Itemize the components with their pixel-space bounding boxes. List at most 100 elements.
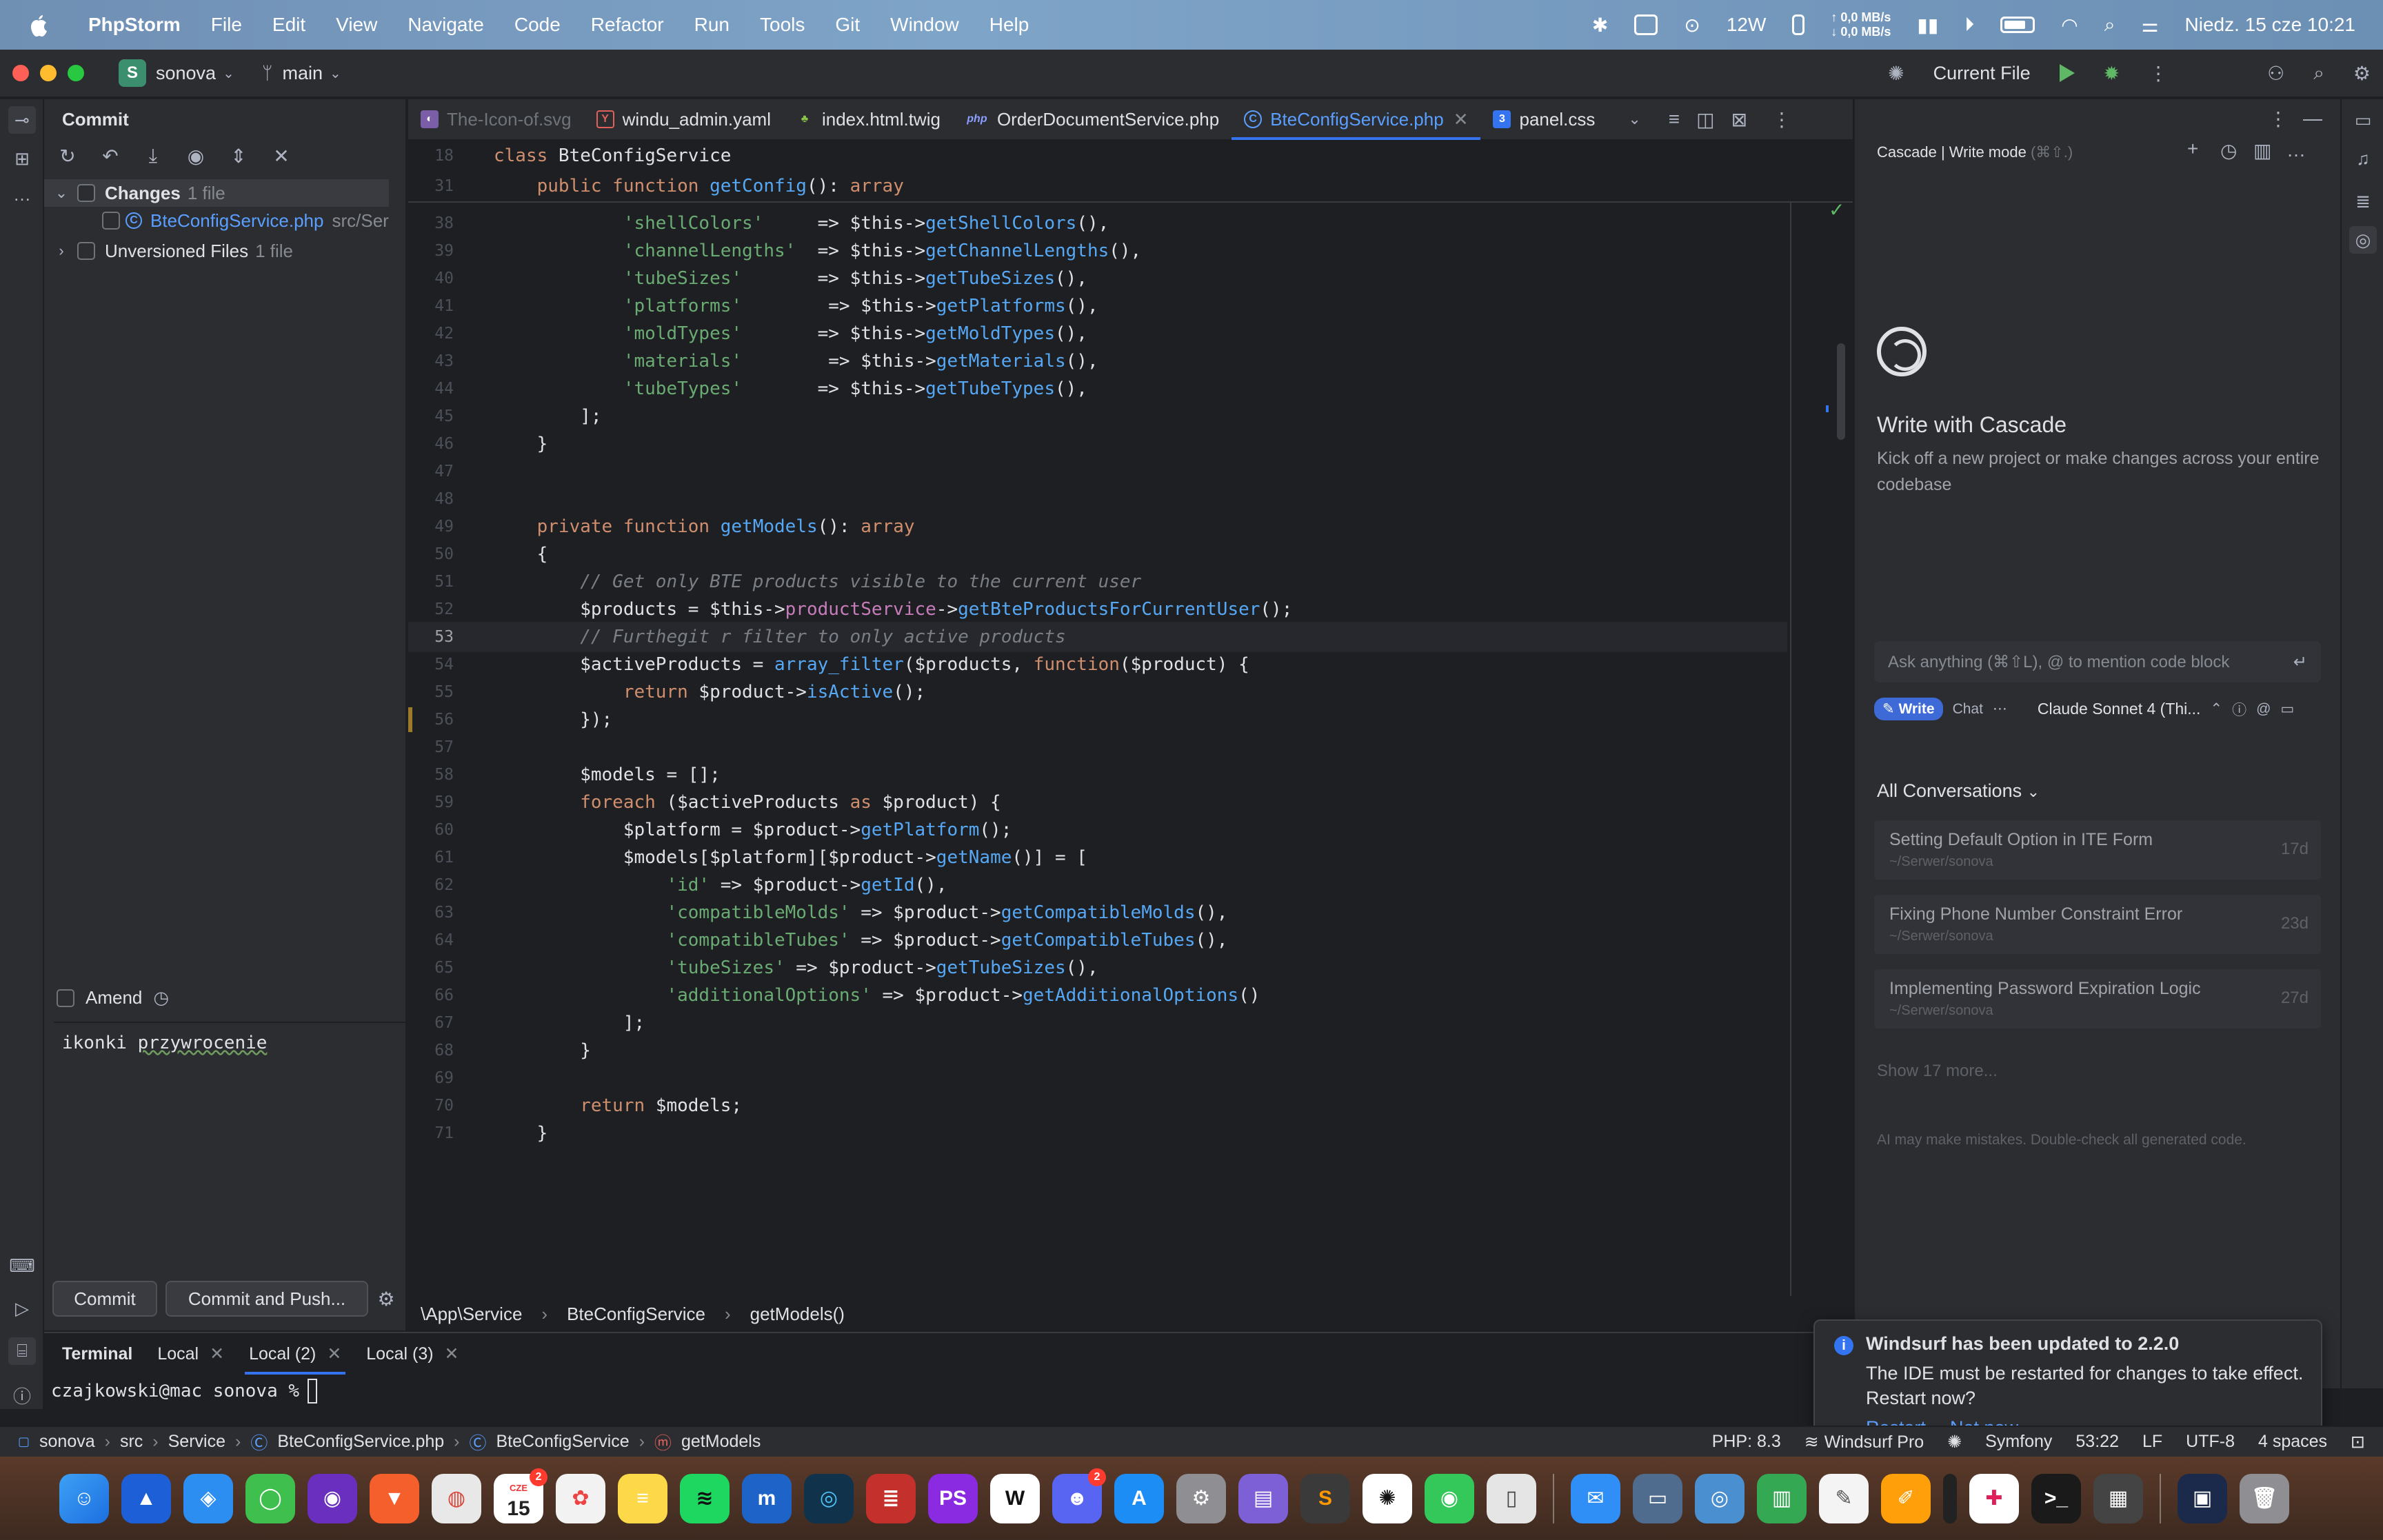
- search-icon[interactable]: ⌕: [2104, 14, 2115, 37]
- search-everywhere-icon[interactable]: ⌕: [2313, 62, 2324, 85]
- conversation-item[interactable]: Implementing Password Expiration Logic ~/…: [1874, 969, 2321, 1029]
- code-line[interactable]: 51 // Get only BTE products visible to t…: [408, 567, 1787, 597]
- code-line[interactable]: 56 });: [408, 705, 1787, 735]
- close-tab-icon[interactable]: ✕: [445, 1344, 459, 1364]
- menu-navigate[interactable]: Navigate: [408, 14, 484, 36]
- debug-icon[interactable]: ✹: [2104, 62, 2120, 85]
- code-line[interactable]: 52 $products = $this-> productService -> ge…: [408, 594, 1787, 625]
- crumb-method[interactable]: getModels: [681, 1432, 761, 1452]
- more-modes-icon[interactable]: ⋯: [1993, 700, 2007, 718]
- symfony-icon[interactable]: ✺: [1947, 1432, 1962, 1452]
- code-line[interactable]: 70 return $models;: [408, 1091, 1787, 1121]
- code-line[interactable]: 41 'platforms' => $this-> getPlatforms (),: [408, 291, 1787, 321]
- mention-at-icon[interactable]: @: [2256, 701, 2271, 718]
- run-icon[interactable]: [2059, 64, 2075, 82]
- terminal-tab-local-2[interactable]: Local (2) ✕: [245, 1333, 346, 1375]
- menu-tools[interactable]: Tools: [760, 14, 805, 36]
- mail-icon[interactable]: ✉: [1571, 1473, 1620, 1523]
- collapse-all-icon[interactable]: ✕: [269, 143, 294, 168]
- rollback-icon[interactable]: ↶: [98, 143, 123, 168]
- close-tab-icon[interactable]: ✕: [327, 1344, 341, 1364]
- finder-icon[interactable]: ☺: [59, 1473, 109, 1523]
- lock-icon[interactable]: ⊙: [1684, 14, 1700, 37]
- commit-message-input[interactable]: ikonki przywrocenie: [54, 1022, 405, 1311]
- line-number[interactable]: 61: [408, 849, 454, 867]
- chatgpt-icon[interactable]: ✺: [1363, 1473, 1412, 1523]
- line-number[interactable]: 42: [408, 325, 454, 343]
- line-number[interactable]: 71: [408, 1124, 454, 1142]
- more-vertical-icon[interactable]: ⋮: [2149, 62, 2168, 85]
- close-tab-icon[interactable]: ✕: [210, 1344, 224, 1364]
- line-number[interactable]: 48: [408, 490, 454, 508]
- more-horizontal-icon[interactable]: …: [2286, 139, 2306, 161]
- code-line[interactable]: 31 public function getConfig (): array: [408, 171, 1787, 201]
- notes-icon[interactable]: ≡: [618, 1473, 667, 1523]
- mastodon-icon[interactable]: m: [742, 1473, 792, 1523]
- commit-button[interactable]: Commit: [52, 1281, 157, 1317]
- commit-tool-icon[interactable]: ⊸: [8, 106, 36, 134]
- chevron-down-icon[interactable]: ⌄: [330, 65, 341, 82]
- zoom-window-button[interactable]: [68, 65, 84, 81]
- model-selector[interactable]: Claude Sonnet 4 (Thi...: [2038, 700, 2201, 718]
- expand-all-icon[interactable]: ⇕: [226, 143, 251, 168]
- split-editor-icon[interactable]: ◫: [1696, 108, 1714, 131]
- book-icon[interactable]: ▥: [2253, 139, 2271, 162]
- line-number[interactable]: 43: [408, 352, 454, 370]
- file-checkbox[interactable]: [102, 212, 120, 230]
- database-icon[interactable]: ≣: [2349, 188, 2377, 215]
- terminal-tab-local[interactable]: Local ✕: [157, 1333, 224, 1375]
- indent-setting[interactable]: 4 spaces: [2258, 1432, 2327, 1452]
- code-line[interactable]: 57: [408, 732, 1787, 762]
- pages-icon[interactable]: ✐: [1881, 1473, 1931, 1523]
- phone-icon[interactable]: [1792, 14, 1805, 35]
- brave-icon[interactable]: ▼: [370, 1473, 419, 1523]
- debug-bug-icon[interactable]: ✺: [1888, 62, 1904, 85]
- terminal-tool-icon[interactable]: ⌨: [8, 1252, 36, 1279]
- small-app-icon[interactable]: [1943, 1473, 1957, 1523]
- line-number[interactable]: 70: [408, 1097, 454, 1115]
- code-line[interactable]: 42 'moldTypes' => $this-> getMoldTypes (),: [408, 318, 1787, 349]
- add-user-icon[interactable]: ⚇: [2267, 62, 2284, 85]
- code-line[interactable]: 59 foreach ($activeProducts as $product)…: [408, 787, 1787, 818]
- chevron-up-icon[interactable]: ⌃: [2210, 700, 2222, 718]
- trash-icon[interactable]: 🗑: [2240, 1473, 2289, 1523]
- tab-bte-config-service[interactable]: C BteConfigService.php ✕: [1231, 99, 1481, 140]
- app-store-icon[interactable]: A: [1114, 1473, 1164, 1523]
- line-number[interactable]: 69: [408, 1069, 454, 1087]
- structure-tool-icon[interactable]: ⊞: [8, 145, 36, 172]
- code-line[interactable]: 64 'compatibleTubes' => $product-> getCom…: [408, 925, 1787, 955]
- more-vertical-icon[interactable]: ⋮: [2269, 108, 2288, 130]
- code-line[interactable]: 53 // Furthegit r filter to only active …: [408, 622, 1787, 652]
- chat-mode-button[interactable]: Chat: [1953, 701, 1983, 718]
- launchpad-icon[interactable]: ▲: [121, 1473, 171, 1523]
- line-number[interactable]: 66: [408, 986, 454, 1004]
- battery-icon[interactable]: [2000, 17, 2035, 33]
- line-number[interactable]: 68: [408, 1042, 454, 1060]
- menu-app[interactable]: PhpStorm: [88, 14, 181, 36]
- code-line[interactable]: 62 'id' => $product-> getId (),: [408, 870, 1787, 900]
- iphone-mirroring-icon[interactable]: ▯: [1487, 1473, 1536, 1523]
- close-window-button[interactable]: [12, 65, 29, 81]
- changes-group-row[interactable]: ⌄ Changes 1 file: [44, 179, 389, 207]
- menu-refactor[interactable]: Refactor: [591, 14, 664, 36]
- code-line[interactable]: 66 'additionalOptions' => $product-> getA…: [408, 980, 1787, 1011]
- framework-label[interactable]: Symfony: [1985, 1432, 2052, 1452]
- line-number[interactable]: 51: [408, 573, 454, 591]
- history-icon[interactable]: ◷: [2220, 139, 2237, 162]
- file-encoding[interactable]: UTF-8: [2186, 1432, 2235, 1452]
- cascade-tool-icon[interactable]: ◎: [2349, 226, 2377, 254]
- menu-git[interactable]: Git: [835, 14, 860, 36]
- database-app-icon[interactable]: ≣: [866, 1473, 916, 1523]
- notifications-bell-icon[interactable]: ♫: [2349, 145, 2377, 172]
- line-number[interactable]: 50: [408, 545, 454, 563]
- amend-checkbox[interactable]: [57, 989, 74, 1007]
- crumb-class[interactable]: BteConfigService: [496, 1432, 630, 1452]
- menu-edit[interactable]: Edit: [272, 14, 305, 36]
- code-line[interactable]: 46 }: [408, 429, 1787, 459]
- menu-code[interactable]: Code: [514, 14, 561, 36]
- menu-view[interactable]: View: [336, 14, 377, 36]
- code-line[interactable]: 67 ];: [408, 1008, 1787, 1038]
- php-version[interactable]: PHP: 8.3: [1712, 1432, 1781, 1452]
- cascade-ask-input[interactable]: Ask anything (⌘⇧L), @ to mention code bl…: [1874, 641, 2321, 682]
- clock[interactable]: Niedz. 15 cze 10:21: [2185, 14, 2356, 36]
